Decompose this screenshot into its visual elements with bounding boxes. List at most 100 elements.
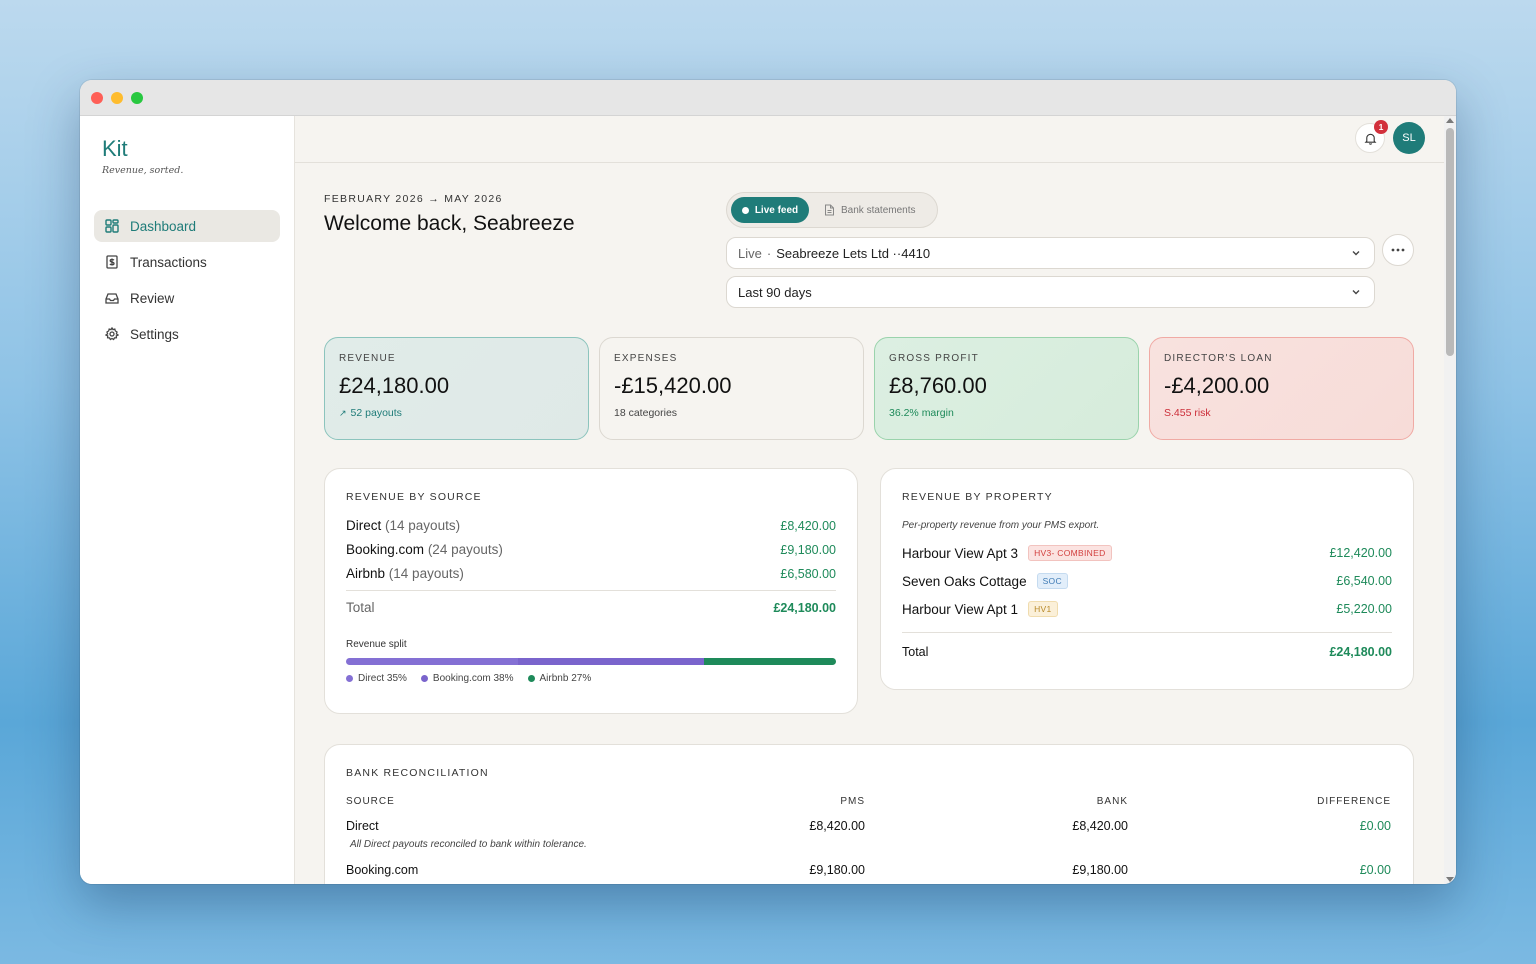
table-cell: £8,420.00 — [809, 819, 865, 833]
source-name: Booking.com — [346, 542, 425, 557]
revenue-split-legend: Direct 35% Booking.com 38% Airbnb 27% — [346, 673, 836, 684]
bank-statements-tab[interactable]: Bank statements — [824, 197, 915, 223]
sidebar-item-review[interactable]: Review — [94, 282, 280, 314]
kpi-card-directors-loan[interactable]: DIRECTOR'S LOAN -£4,200.00 S.455 risk — [1149, 337, 1414, 440]
kpi-card-gross-profit[interactable]: GROSS PROFIT £8,760.00 36.2% margin — [874, 337, 1139, 440]
notifications-button[interactable]: 1 — [1355, 120, 1388, 153]
legend-item: Direct 35% — [346, 673, 407, 684]
reconciliation-note: All Direct payouts reconciled to bank wi… — [350, 839, 587, 850]
main-content: 1 SL FEBRUARY 2026 → MAY 2026 Welcome ba… — [295, 116, 1444, 884]
property-amount: £6,540.00 — [1336, 574, 1392, 588]
property-amount: £5,220.00 — [1336, 602, 1392, 616]
card-title: REVENUE BY SOURCE — [346, 491, 482, 503]
bank-reconciliation-card: BANK RECONCILIATION SOURCE PMS BANK DIFF… — [324, 744, 1414, 884]
scroll-up-icon[interactable] — [1446, 118, 1454, 123]
brand-logo[interactable]: Kit — [102, 136, 128, 162]
period-value: Last 90 days — [738, 284, 812, 300]
kpi-subtext: ↗ 52 payouts — [339, 407, 574, 419]
table-cell: Booking.com — [346, 863, 419, 877]
source-amount: £6,580.00 — [780, 566, 836, 581]
list-item: Airbnb (14 payouts) £6,580.00 — [346, 566, 836, 581]
table-cell: £9,180.00 — [809, 863, 865, 877]
split-segment — [517, 658, 704, 665]
sidebar-item-settings[interactable]: Settings — [94, 318, 280, 350]
table-cell: £9,180.00 — [1072, 863, 1128, 877]
kpi-label: DIRECTOR'S LOAN — [1164, 353, 1273, 364]
source-name: Direct — [346, 518, 382, 533]
scroll-down-icon[interactable] — [1446, 877, 1454, 882]
table-cell: Direct — [346, 819, 379, 833]
kpi-card-expenses[interactable]: EXPENSES -£15,420.00 18 categories — [599, 337, 864, 440]
sidebar-item-label: Settings — [130, 326, 179, 342]
date-range-label: FEBRUARY 2026 → MAY 2026 — [324, 193, 503, 205]
source-count: (14 payouts) — [385, 518, 461, 533]
property-name: Seven Oaks Cottage — [902, 573, 1027, 589]
divider — [902, 632, 1392, 633]
legend-label: Direct 35% — [358, 673, 407, 684]
source-amount: £8,420.00 — [780, 518, 836, 533]
top-bar: 1 SL — [295, 116, 1444, 163]
table-cell: £0.00 — [1359, 863, 1391, 877]
gear-icon — [105, 327, 119, 341]
table-row: Direct £8,420.00 £8,420.00 £0.00 — [346, 819, 1392, 833]
brand-tagline: Revenue, sorted. — [102, 165, 184, 176]
kpi-subtext-value: 52 payouts — [350, 407, 402, 419]
legend-dot-icon — [346, 675, 353, 682]
kpi-value: -£4,200.00 — [1164, 373, 1270, 398]
sidebar-item-label: Dashboard — [130, 218, 197, 234]
column-header: SOURCE — [346, 796, 395, 807]
total-row: Total £24,180.00 — [346, 600, 836, 615]
column-header: PMS — [840, 796, 865, 807]
legend-dot-icon — [420, 675, 428, 682]
sidebar-nav: Dashboard Transactions Review Settings — [94, 210, 280, 354]
dashboard-icon — [105, 219, 119, 233]
vertical-scrollbar[interactable] — [1444, 116, 1456, 884]
sidebar-item-dashboard[interactable]: Dashboard — [94, 210, 280, 242]
revenue-by-property-card: REVENUE BY PROPERTY Per-property revenue… — [880, 468, 1414, 690]
kpi-card-revenue[interactable]: REVENUE £24,180.00 ↗ 52 payouts — [324, 337, 589, 440]
inbox-icon — [105, 293, 119, 304]
more-options-button[interactable] — [1382, 234, 1414, 266]
scrollbar-thumb[interactable] — [1446, 128, 1454, 356]
notification-count-badge: 1 — [1374, 120, 1388, 134]
kpi-value: -£15,420.00 — [614, 373, 732, 398]
kpi-subtext: S.455 risk — [1164, 407, 1211, 419]
more-icon — [1391, 248, 1405, 252]
live-indicator-icon — [741, 206, 749, 214]
divider — [346, 590, 836, 591]
sidebar-item-transactions[interactable]: Transactions — [94, 246, 280, 278]
kpi-label: EXPENSES — [614, 353, 678, 364]
account-select[interactable]: Live · Seabreeze Lets Ltd ··4410 — [726, 237, 1375, 269]
legend-dot-icon — [527, 675, 535, 682]
account-value: Seabreeze Lets Ltd ··4410 — [776, 245, 931, 261]
minimize-window-button[interactable] — [111, 91, 123, 104]
source-toggle: Live feed Bank statements — [726, 192, 938, 228]
user-avatar[interactable]: SL — [1393, 122, 1425, 154]
legend-label: Airbnb 27% — [539, 673, 592, 684]
revenue-split-label: Revenue split — [346, 639, 407, 650]
total-label: Total — [346, 600, 375, 615]
split-segment — [346, 658, 518, 665]
table-header: SOURCE PMS BANK DIFFERENCE — [346, 796, 1392, 807]
source-count: (14 payouts) — [388, 566, 464, 581]
kpi-subtext: 36.2% margin — [889, 407, 954, 419]
close-window-button[interactable] — [91, 91, 103, 104]
maximize-window-button[interactable] — [131, 91, 143, 104]
bank-statements-label: Bank statements — [841, 204, 916, 216]
property-name: Harbour View Apt 1 — [902, 601, 1019, 617]
revenue-by-source-card: REVENUE BY SOURCE Direct (14 payouts) £8… — [324, 468, 858, 714]
app-window: Kit Revenue, sorted. Dashboard Transacti… — [80, 80, 1456, 884]
card-note: Per-property revenue from your PMS expor… — [902, 520, 1100, 531]
kpi-value: £8,760.00 — [889, 373, 987, 398]
list-item: Booking.com (24 payouts) £9,180.00 — [346, 542, 836, 557]
column-header: DIFFERENCE — [1317, 796, 1391, 807]
period-select[interactable]: Last 90 days — [726, 276, 1375, 308]
total-amount: £24,180.00 — [773, 600, 836, 615]
sidebar: Kit Revenue, sorted. Dashboard Transacti… — [80, 116, 295, 884]
kpi-label: GROSS PROFIT — [889, 353, 979, 364]
live-feed-tab[interactable]: Live feed — [731, 197, 809, 223]
document-icon — [825, 204, 834, 216]
sidebar-item-label: Review — [130, 290, 175, 306]
legend-label: Booking.com 38% — [432, 673, 514, 684]
account-separator: · — [766, 245, 772, 261]
